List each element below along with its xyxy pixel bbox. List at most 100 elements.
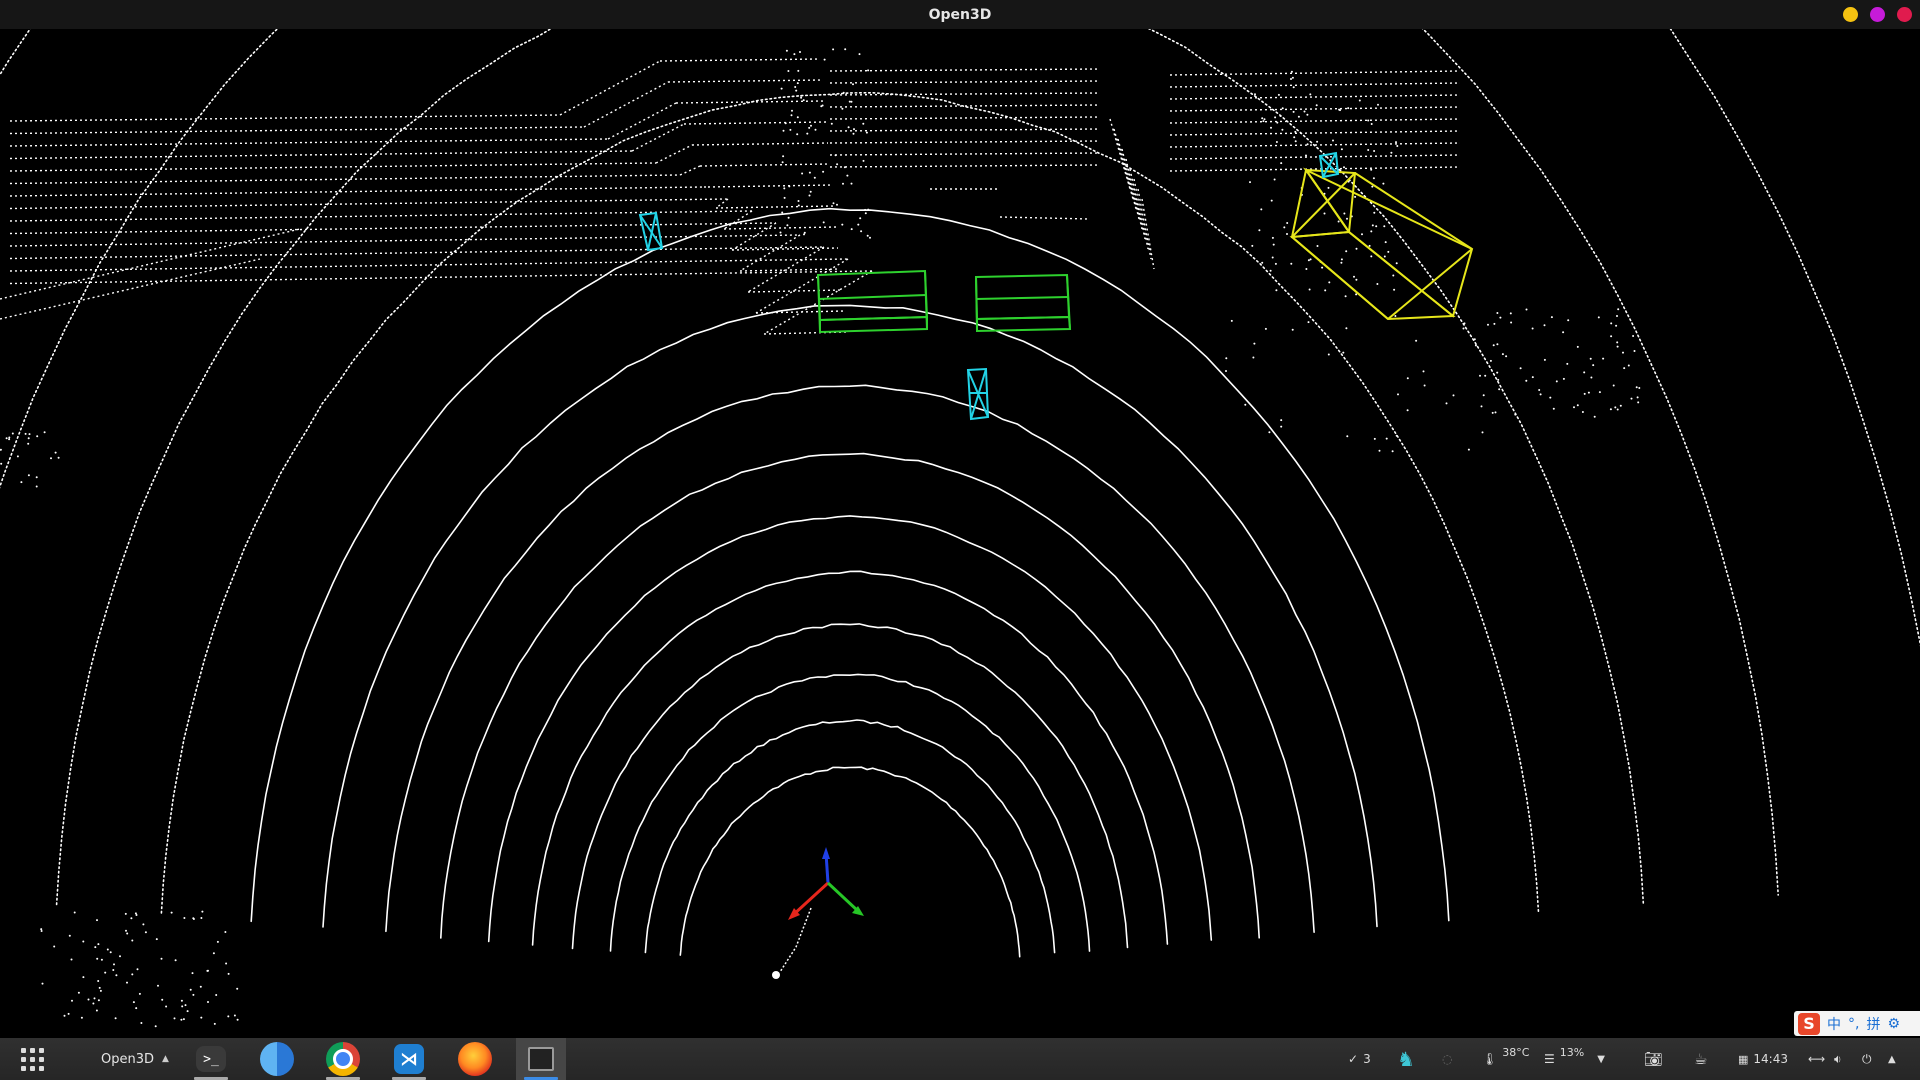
close-button[interactable] (1897, 7, 1912, 22)
sogou-logo-icon[interactable]: S (1798, 1012, 1820, 1035)
point (1531, 327, 1534, 330)
point (0, 448, 2, 451)
point (1354, 195, 1357, 198)
gear-icon[interactable]: ⚙ (1887, 1016, 1900, 1032)
power-icon[interactable]: ⏻ (1862, 1038, 1872, 1080)
point (1367, 149, 1370, 151)
point (1538, 389, 1541, 391)
ime-mode-toggle[interactable]: 中 (1827, 1014, 1841, 1034)
bbox-pedestrian-2[interactable] (966, 367, 990, 421)
disk-usage-indicator[interactable]: ☰ 13% ▼ (1544, 1038, 1605, 1080)
point (1355, 293, 1358, 296)
point (16, 455, 19, 458)
temperature-indicator[interactable]: 🌡︎ 38°C (1482, 1038, 1529, 1080)
point (124, 912, 127, 915)
structure-scan-line (9, 126, 585, 135)
ime-input-method[interactable]: 拼 (1866, 1014, 1880, 1034)
ime-punctuation-toggle[interactable]: °, (1848, 1016, 1859, 1032)
point (82, 976, 85, 979)
caret-up-icon[interactable]: ▲ (1888, 1038, 1896, 1080)
point (125, 929, 127, 932)
point (791, 109, 793, 112)
point (1346, 435, 1349, 438)
point (809, 190, 812, 193)
rocking-horse-icon[interactable]: ♞ (1397, 1038, 1415, 1080)
point (1463, 322, 1466, 325)
point (1291, 76, 1294, 79)
bbox-truck[interactable] (1289, 167, 1474, 321)
dock-open3d-window[interactable] (516, 1038, 566, 1080)
point (1345, 250, 1348, 253)
window-title: Open3D (928, 6, 992, 23)
point (1482, 394, 1485, 397)
point (1225, 357, 1228, 360)
window-titlebar[interactable]: Open3D (0, 0, 1920, 29)
dock-terminal[interactable]: >_ (186, 1038, 236, 1080)
active-app-menu[interactable]: Open3D ▲ (98, 1038, 172, 1080)
point (1638, 387, 1641, 389)
point (96, 957, 99, 960)
caret-down-icon[interactable]: ▼ (1597, 1054, 1605, 1065)
point (832, 202, 835, 205)
caffeine-icon[interactable]: ☕︎ (1694, 1038, 1707, 1080)
point (119, 955, 121, 958)
point (1509, 312, 1512, 315)
dock-chrome[interactable] (318, 1038, 368, 1080)
structure-scan-line (9, 258, 849, 272)
point (808, 171, 811, 174)
point (1290, 78, 1292, 80)
point (1286, 233, 1288, 235)
point (53, 945, 56, 948)
dock-vscode[interactable]: ⋊ (384, 1038, 434, 1080)
point (161, 998, 164, 1001)
structure-scan-line (1169, 94, 1461, 100)
point (1616, 341, 1619, 344)
point (1376, 283, 1379, 285)
point (50, 457, 52, 460)
point (225, 962, 228, 965)
point (1280, 425, 1283, 428)
point (1637, 401, 1640, 404)
screenshot-icon[interactable]: 📷︎ (1644, 1038, 1663, 1080)
bbox-car-2[interactable] (974, 273, 1072, 333)
point (20, 481, 23, 484)
point (1593, 415, 1596, 418)
structure-scan-line (1169, 130, 1461, 136)
maximize-button[interactable] (1870, 7, 1885, 22)
vscode-icon: ⋊ (394, 1044, 424, 1074)
point (1597, 316, 1600, 319)
point (97, 943, 100, 946)
point (806, 132, 809, 135)
scan-ring (571, 623, 1129, 950)
point (1525, 308, 1528, 311)
point (1514, 413, 1517, 416)
point (184, 1004, 187, 1007)
point (1422, 370, 1425, 373)
point-cloud-canvas[interactable] (0, 29, 1920, 1038)
window-icon (528, 1047, 554, 1071)
clock[interactable]: ▦ 14:43 (1738, 1038, 1788, 1080)
network-icon[interactable]: ⟷ (1808, 1038, 1825, 1080)
point (1308, 288, 1311, 291)
structure-scan-line (655, 144, 693, 164)
dock-finder[interactable] (252, 1038, 302, 1080)
minimize-button[interactable] (1843, 7, 1858, 22)
updates-indicator[interactable]: ✓ 3 (1348, 1038, 1371, 1080)
point-cloud-viewport[interactable] (0, 29, 1920, 1038)
point (1487, 323, 1489, 326)
point (80, 1016, 83, 1019)
dock-firefox[interactable] (450, 1038, 500, 1080)
bbox-car-1[interactable] (816, 269, 929, 334)
inactive-tray-icon[interactable]: ◌ (1442, 1038, 1452, 1080)
point (35, 485, 38, 488)
ime-toolbar[interactable]: S 中 °, 拼 ⚙ (1794, 1011, 1920, 1036)
volume-icon[interactable]: 🔉︎ (1834, 1038, 1842, 1080)
point (1567, 319, 1570, 322)
point (192, 993, 195, 996)
app-launcher-button[interactable] (14, 1038, 50, 1080)
bbox-pedestrian-1[interactable] (638, 211, 664, 252)
point (216, 940, 219, 943)
point (796, 116, 799, 119)
point (1339, 109, 1341, 112)
point (1337, 220, 1340, 223)
